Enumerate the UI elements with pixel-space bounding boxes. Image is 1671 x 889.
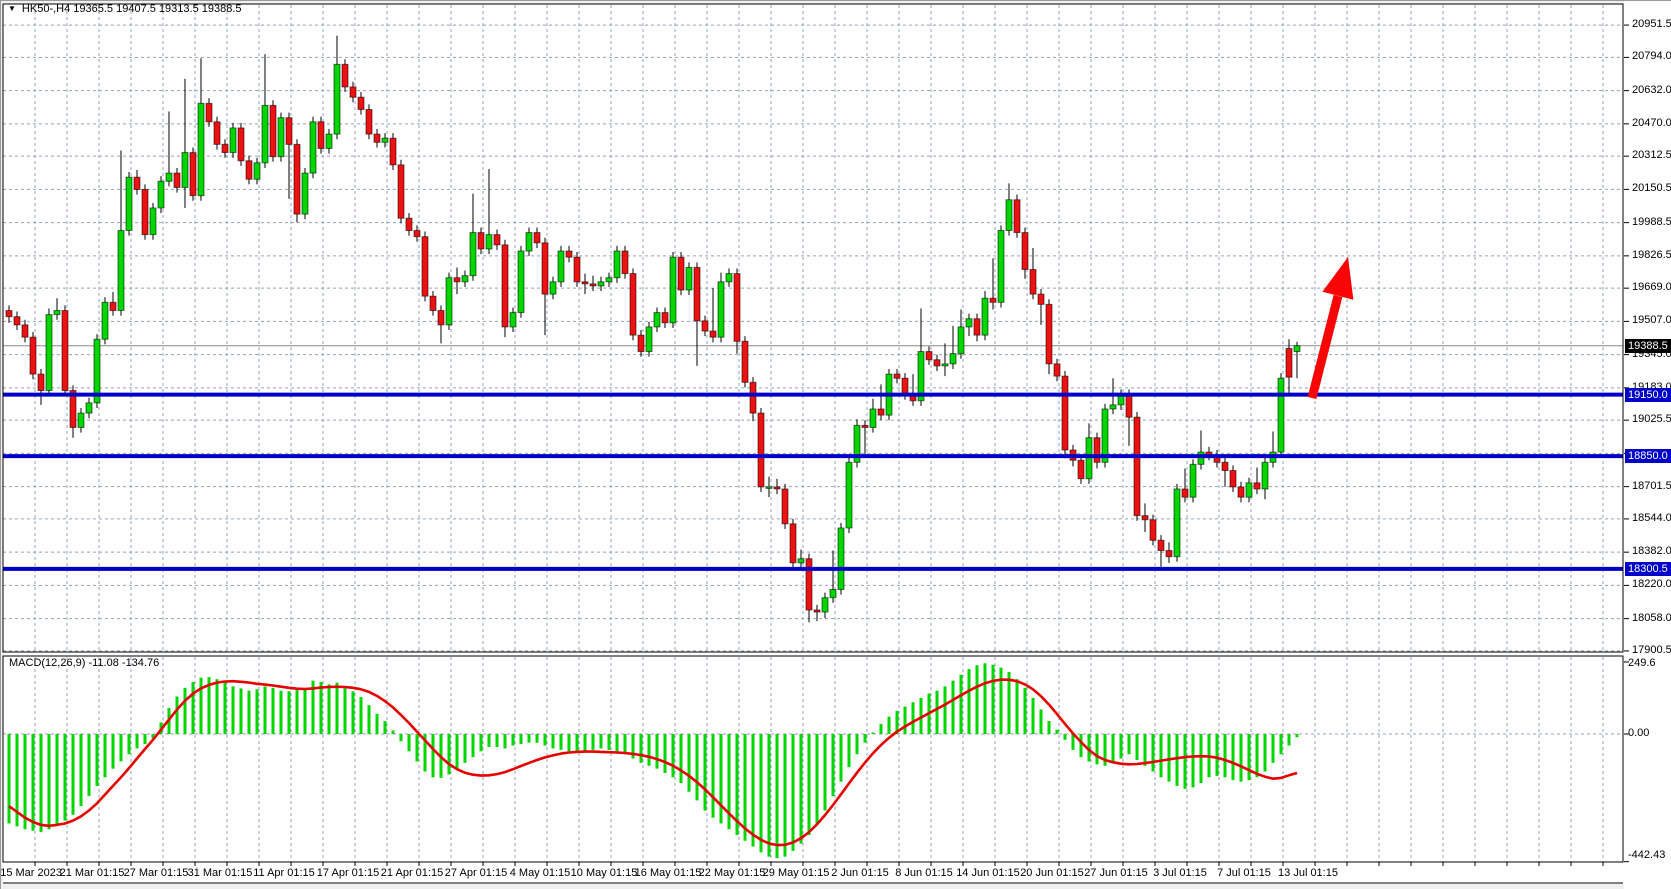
date-axis-label: 29 May 01:15 xyxy=(763,867,830,879)
price-axis-label: 19025.5 xyxy=(1632,413,1671,425)
price-axis-label: 18382.0 xyxy=(1632,545,1671,557)
date-axis-label: 27 Mar 01:15 xyxy=(124,867,189,879)
date-axis-label: 21 Mar 01:15 xyxy=(60,867,125,879)
price-axis-label: 20794.0 xyxy=(1632,50,1671,62)
date-axis-label: 7 Jul 01:15 xyxy=(1217,867,1271,879)
price-axis-label: 18058.0 xyxy=(1632,612,1671,624)
date-axis-label: 31 Mar 01:15 xyxy=(188,867,253,879)
chart-canvas[interactable] xyxy=(1,1,1671,889)
date-axis-label: 14 Jun 01:15 xyxy=(956,867,1020,879)
price-axis-label: 18220.0 xyxy=(1632,578,1671,590)
price-axis-label: 20312.5 xyxy=(1632,149,1671,161)
date-axis-label: 21 Apr 01:15 xyxy=(381,867,443,879)
date-axis-label: 3 Jul 01:15 xyxy=(1153,867,1207,879)
price-axis-label: 20951.5 xyxy=(1632,18,1671,30)
price-axis-label: 18544.0 xyxy=(1632,512,1671,524)
current-price-label: 19388.5 xyxy=(1625,339,1671,353)
level-price-label[interactable]: 18850.0 xyxy=(1625,449,1671,463)
date-axis-label: 11 Apr 01:15 xyxy=(253,867,315,879)
macd-axis-label: 249.6 xyxy=(1628,657,1656,669)
date-axis-label: 8 Jun 01:15 xyxy=(895,867,953,879)
macd-indicator-label: MACD(12,26,9) -11.08 -134.76 xyxy=(9,657,159,669)
price-axis-label: 18701.5 xyxy=(1632,480,1671,492)
symbol-bar: ▼ HK50-,H4 19365.5 19407.5 19313.5 19388.… xyxy=(8,3,242,15)
price-axis-label: 20470.0 xyxy=(1632,117,1671,129)
date-axis-label: 16 May 01:15 xyxy=(635,867,702,879)
symbol-title: HK50-,H4 xyxy=(22,3,70,15)
date-axis-label: 2 Jun 01:15 xyxy=(831,867,889,879)
date-axis-label: 13 Jul 01:15 xyxy=(1278,867,1338,879)
level-price-label[interactable]: 18300.5 xyxy=(1625,562,1671,576)
chevron-down-icon[interactable]: ▼ xyxy=(8,4,16,13)
date-axis-label: 10 May 01:15 xyxy=(571,867,638,879)
level-price-label[interactable]: 19150.0 xyxy=(1625,388,1671,402)
date-axis-label: 15 Mar 2023 xyxy=(0,867,62,879)
macd-axis-label: -442.43 xyxy=(1628,849,1665,861)
price-axis-label: 19826.5 xyxy=(1632,249,1671,261)
price-axis-label: 20150.5 xyxy=(1632,182,1671,194)
price-axis-label: 20632.0 xyxy=(1632,84,1671,96)
date-axis-label: 27 Apr 01:15 xyxy=(445,867,507,879)
date-axis-label: 20 Jun 01:15 xyxy=(1020,867,1084,879)
symbol-quotes: 19365.5 19407.5 19313.5 19388.5 xyxy=(73,3,241,15)
chart-window: ▼ HK50-,H4 19365.5 19407.5 19313.5 19388.… xyxy=(0,0,1671,889)
price-axis-label: 19669.0 xyxy=(1632,281,1671,293)
date-axis-label: 22 May 01:15 xyxy=(699,867,766,879)
price-axis-label: 19507.0 xyxy=(1632,314,1671,326)
date-axis-label: 4 May 01:15 xyxy=(510,867,571,879)
price-axis-label: 19988.5 xyxy=(1632,216,1671,228)
macd-axis-label: 0.00 xyxy=(1628,727,1649,739)
date-axis-label: 17 Apr 01:15 xyxy=(317,867,379,879)
price-axis-label: 17900.5 xyxy=(1632,644,1671,656)
date-axis-label: 27 Jun 01:15 xyxy=(1084,867,1148,879)
